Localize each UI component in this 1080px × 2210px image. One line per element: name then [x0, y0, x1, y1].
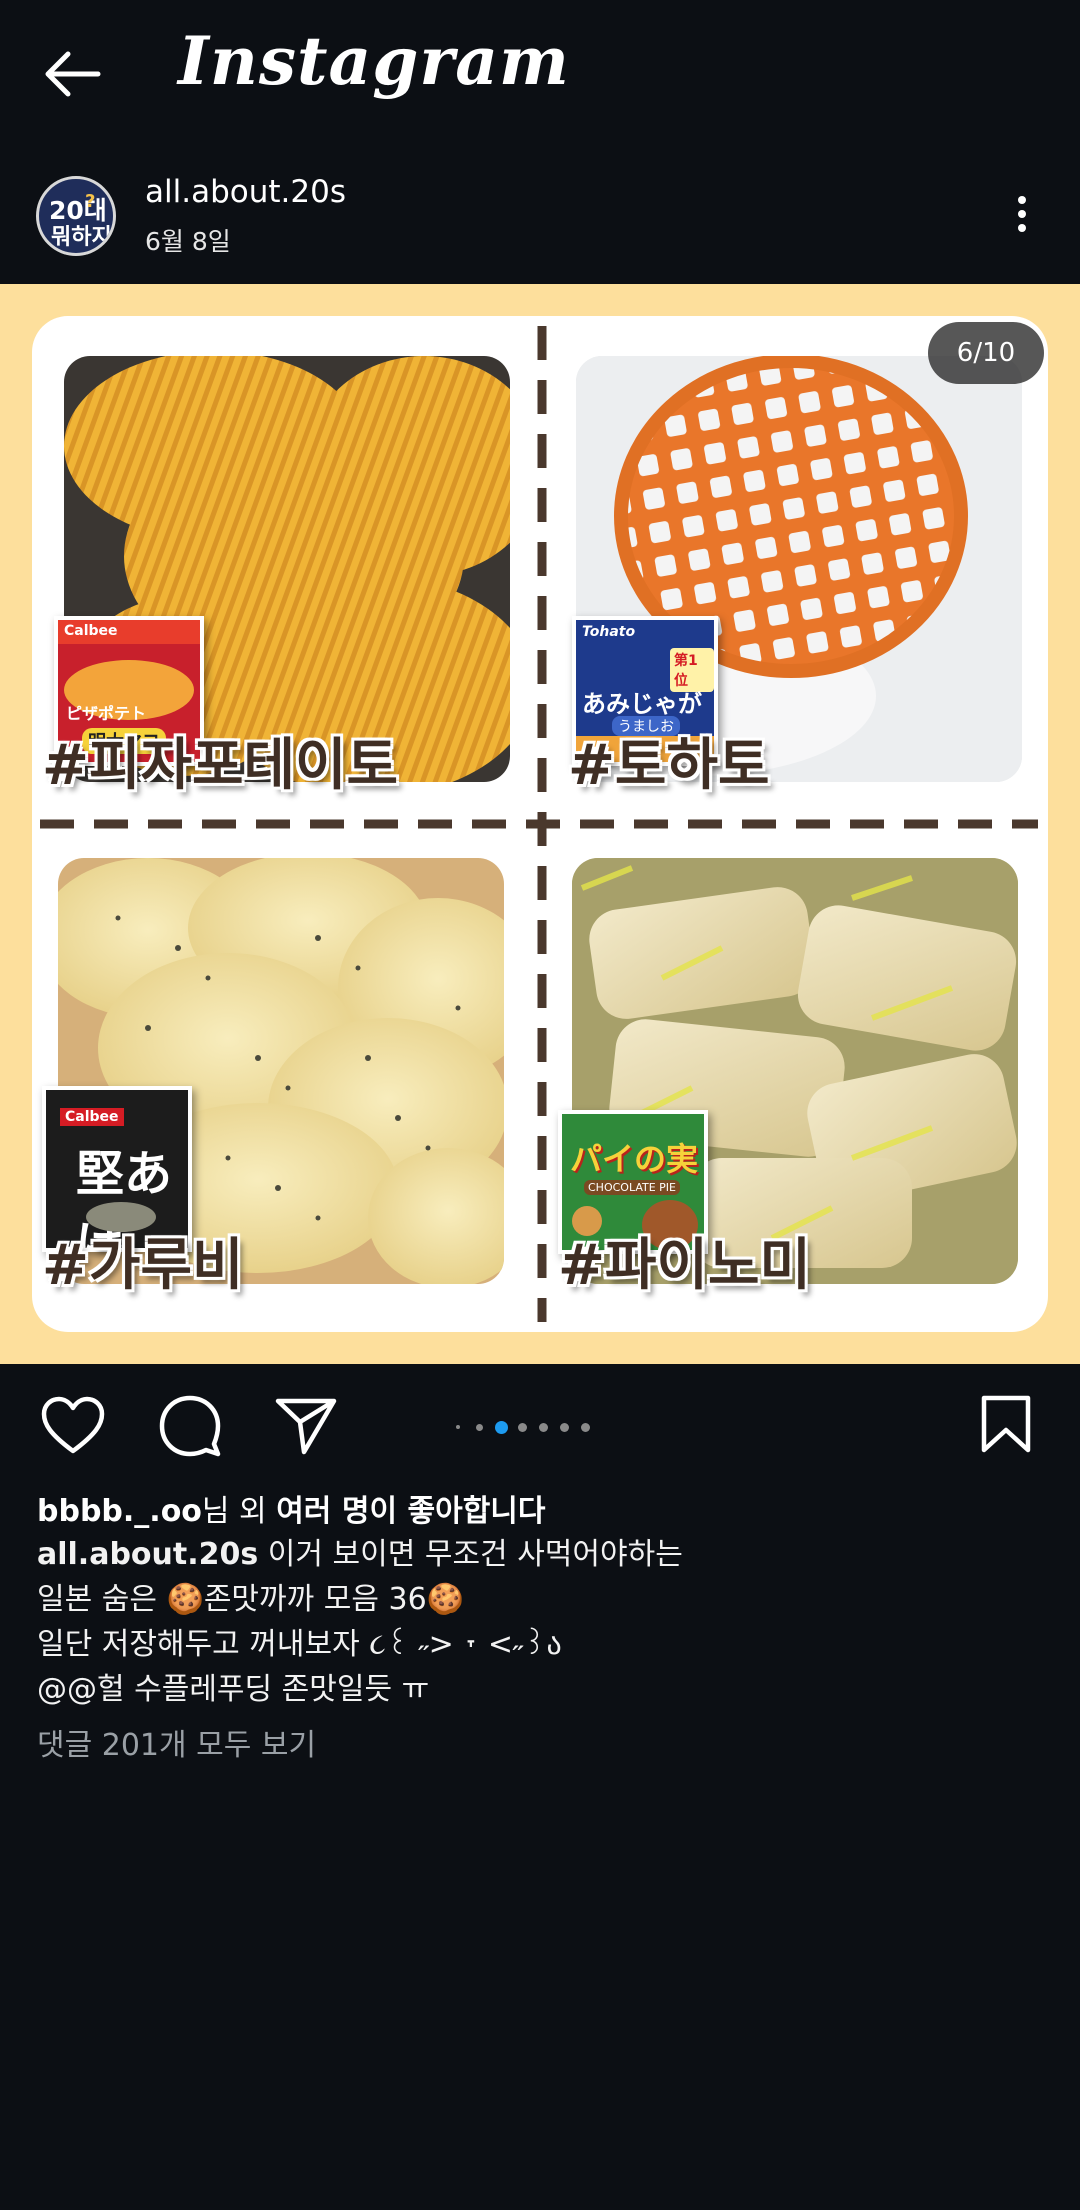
carousel-counter: 6/10 [928, 322, 1044, 384]
avatar-text-2: ? [85, 191, 96, 212]
view-all-comments-link[interactable]: 댓글 201개 모두 보기 [37, 1720, 316, 1764]
instagram-logo: Instagram [178, 22, 570, 100]
pack-brand: Calbee [60, 1108, 124, 1126]
likes-summary[interactable]: bbbb._.oo님 외 여러 명이 좋아합니다 [37, 1486, 546, 1530]
heart-icon[interactable] [40, 1396, 106, 1460]
likes-suffix: 님 외 [201, 1494, 277, 1529]
post-date: 6월 8일 [145, 227, 231, 256]
caption-line-2: 일본 숨은 🍪존맛까까 모음 36🍪 [37, 1582, 465, 1617]
likes-first-user[interactable]: bbbb._.oo [37, 1494, 202, 1529]
pack-name: パイの実 [570, 1140, 699, 1178]
post-caption: all.about.20s 이거 보이면 무조건 사먹어야하는 일본 숨은 🍪존… [37, 1532, 1037, 1712]
carousel-dot [560, 1423, 569, 1432]
caption-line-3: 일단 저장해두고 꺼내보자 ૮꒰ ˶> ˕ <˶꒱ა [37, 1627, 562, 1662]
hashtag-pie-no-mi: #파이노미 [558, 1233, 812, 1298]
more-options-icon[interactable] [1004, 190, 1040, 250]
post-username[interactable]: all.about.20s [145, 174, 346, 210]
carousel-dot [518, 1423, 527, 1432]
share-icon[interactable] [274, 1396, 338, 1460]
comment-icon[interactable] [158, 1394, 222, 1462]
image-card: Calbee ピザポテト 明太マヨ #피자포테이토 Tohato 第1位 あみじ… [32, 316, 1048, 1332]
pack-brand: Calbee [58, 620, 200, 644]
carousel-dot [581, 1423, 590, 1432]
post-header: 20대 ? 뭐하지 all.about.20s 6월 8일 [0, 160, 1080, 280]
likes-others[interactable]: 여러 명이 좋아합니다 [276, 1494, 545, 1529]
pack-name: あみじゃが [582, 690, 702, 718]
avatar-text-3: 뭐하지 [51, 225, 112, 250]
carousel-dot-active [495, 1421, 508, 1434]
pack-subtitle: CHOCOLATE PIE [584, 1180, 680, 1195]
caption-text-1: 이거 보이면 무조건 사먹어야하는 [258, 1537, 683, 1572]
carousel-dot [539, 1423, 548, 1432]
back-arrow-icon[interactable] [36, 44, 108, 104]
caption-username[interactable]: all.about.20s [37, 1537, 258, 1572]
hashtag-tohato: #토하토 [568, 733, 770, 798]
hashtag-calbee: #가루비 [42, 1233, 244, 1298]
avatar[interactable]: 20대 ? 뭐하지 [36, 176, 116, 256]
carousel-dots [456, 1420, 596, 1434]
top-bar: Instagram [0, 0, 1080, 150]
carousel-dot [476, 1424, 483, 1431]
pack-brand: Tohato [582, 624, 636, 640]
post-image[interactable]: Calbee ピザポテト 明太マヨ #피자포테이토 Tohato 第1位 あみじ… [0, 284, 1080, 1364]
action-bar [0, 1364, 1080, 1484]
caption-line-1: all.about.20s 이거 보이면 무조건 사먹어야하는 [37, 1532, 1037, 1577]
bookmark-icon[interactable] [980, 1394, 1032, 1458]
carousel-dot [456, 1425, 460, 1429]
caption-line-4: @@헐 수플레푸딩 존맛일듯 ㅠ [37, 1672, 430, 1707]
hashtag-pizza-potato: #피자포테이토 [42, 733, 399, 798]
